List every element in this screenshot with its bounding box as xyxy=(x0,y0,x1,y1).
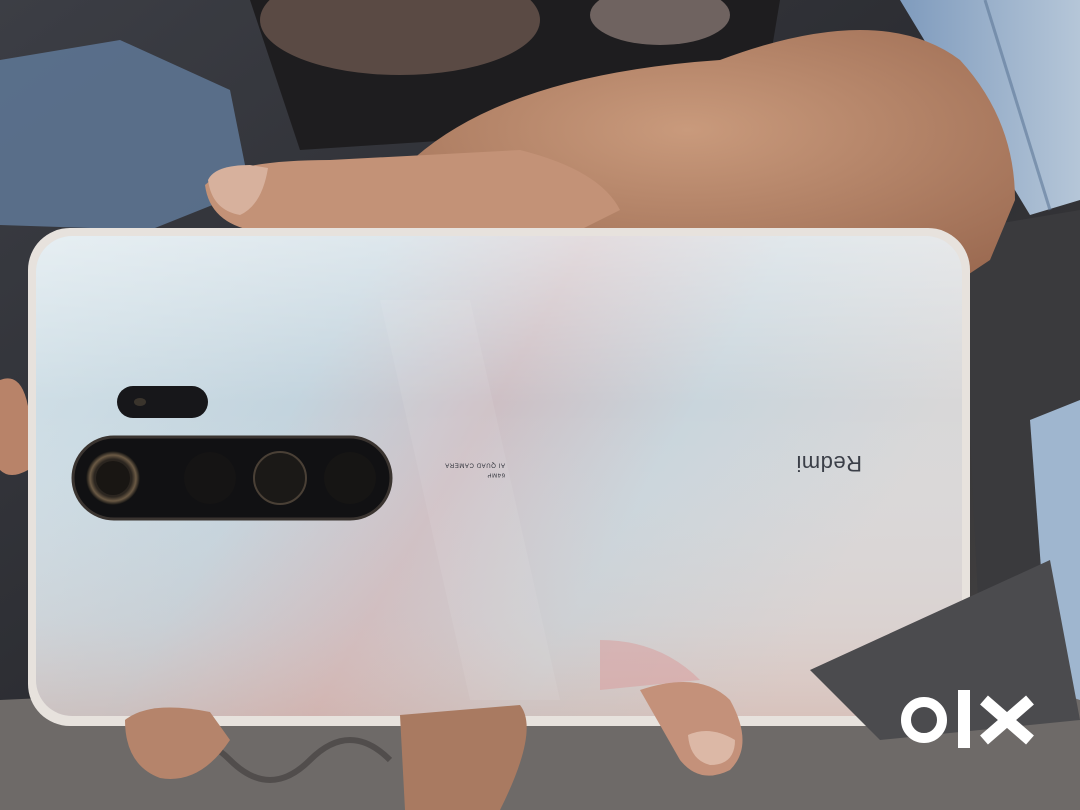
camera-label: 64MP AI QUAD CAMERA xyxy=(405,459,505,479)
flash-led xyxy=(134,398,146,406)
camera-label-line2: AI QUAD CAMERA xyxy=(444,461,505,468)
photo-scene xyxy=(0,0,1080,810)
camera-label-line1: 64MP xyxy=(486,471,505,478)
olx-logo-l xyxy=(958,690,970,748)
main-lens-inner xyxy=(96,461,130,495)
lens-4 xyxy=(324,452,376,504)
hand-thumb xyxy=(205,150,620,240)
flash-module xyxy=(117,386,208,418)
olx-logo-o xyxy=(901,697,947,743)
brand-logo-text: Redmi xyxy=(795,451,862,476)
olx-watermark-logo xyxy=(901,690,1034,748)
olx-logo-x xyxy=(980,695,1034,745)
lens-2 xyxy=(184,452,236,504)
